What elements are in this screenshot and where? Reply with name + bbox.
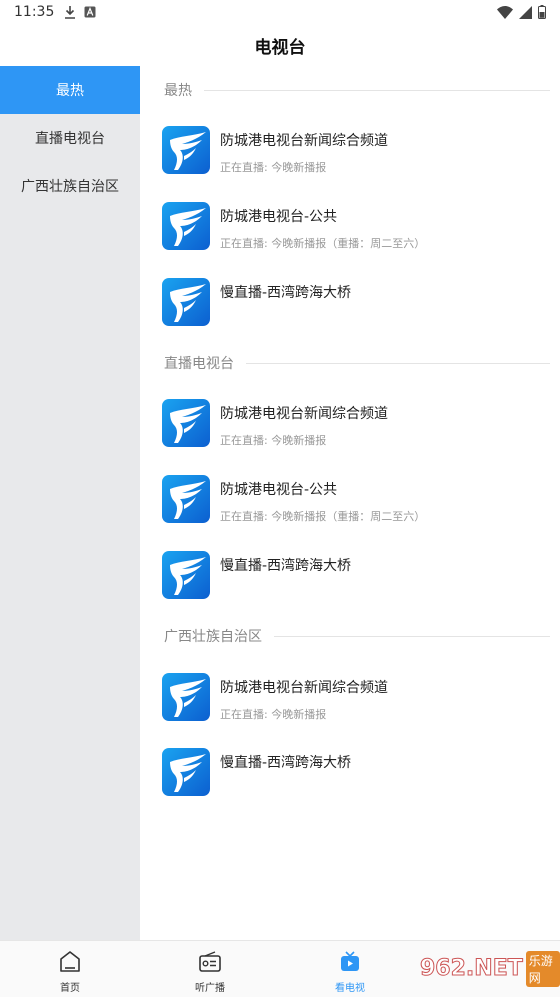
channel-list: 最热 防城港电视台新闻综合频道 正在直播: 今晚新播报 防城港电视台-公共 正在… xyxy=(140,66,560,940)
channel-logo-icon xyxy=(162,475,210,523)
sidebar-item-live-tv[interactable]: 直播电视台 xyxy=(0,114,140,162)
channel-logo-icon xyxy=(162,551,210,599)
channel-logo-icon xyxy=(162,202,210,250)
channel-logo-icon xyxy=(162,399,210,447)
channel-item[interactable]: 慢直播-西湾跨海大桥 xyxy=(162,748,552,802)
wifi-icon xyxy=(497,5,513,19)
nav-radio[interactable]: 听广播 xyxy=(140,941,280,997)
channel-name: 防城港电视台新闻综合频道 xyxy=(220,406,388,422)
sidebar: 最热 直播电视台 广西壮族自治区 xyxy=(0,66,140,940)
section-divider xyxy=(274,635,550,637)
channel-logo-icon xyxy=(162,126,210,174)
section-title: 最热 xyxy=(164,83,192,99)
channel-item[interactable]: 防城港电视台-公共 正在直播: 今晚新播报（重播：周二至六） xyxy=(162,202,552,256)
channel-item[interactable]: 慢直播-西湾跨海大桥 xyxy=(162,278,552,332)
app-header: 电视台 xyxy=(0,24,560,66)
watermark-logo: 962.NET 乐游网 xyxy=(420,940,560,997)
home-icon xyxy=(60,951,80,972)
channel-item[interactable]: 防城港电视台新闻综合频道 正在直播: 今晚新播报 xyxy=(162,126,552,180)
channel-item[interactable]: 慢直播-西湾跨海大桥 xyxy=(162,551,552,605)
channel-item[interactable]: 防城港电视台新闻综合频道 正在直播: 今晚新播报 xyxy=(162,673,552,727)
channel-logo-icon xyxy=(162,673,210,721)
section-header: 广西壮族自治区 xyxy=(164,624,550,648)
section-header: 最热 xyxy=(164,78,550,102)
radio-icon xyxy=(199,951,221,972)
channel-logo-icon xyxy=(162,278,210,326)
download-icon xyxy=(65,6,76,19)
section-title: 广西壮族自治区 xyxy=(164,629,262,645)
section-divider xyxy=(246,362,550,364)
sidebar-item-guangxi[interactable]: 广西壮族自治区 xyxy=(0,162,140,210)
sidebar-item-hot[interactable]: 最热 xyxy=(0,66,140,114)
channel-status: 正在直播: 今晚新播报 xyxy=(220,708,327,721)
channel-name: 慢直播-西湾跨海大桥 xyxy=(220,558,352,574)
nav-home[interactable]: 首页 xyxy=(0,941,140,997)
page-title: 电视台 xyxy=(254,37,306,58)
channel-status: 正在直播: 今晚新播报（重播：周二至六） xyxy=(220,237,426,250)
section-divider xyxy=(204,89,550,91)
nav-tv[interactable]: 看电视 xyxy=(280,941,420,997)
channel-status: 正在直播: 今晚新播报 xyxy=(220,161,327,174)
channel-status: 正在直播: 今晚新播报（重播：周二至六） xyxy=(220,510,426,523)
nav-label: 首页 xyxy=(60,983,80,994)
channel-name: 防城港电视台-公共 xyxy=(220,209,338,225)
channel-name: 防城港电视台新闻综合频道 xyxy=(220,133,388,149)
channel-name: 慢直播-西湾跨海大桥 xyxy=(220,285,352,301)
status-time: 11:35 xyxy=(14,4,55,20)
channel-item[interactable]: 防城港电视台新闻综合频道 正在直播: 今晚新播报 xyxy=(162,399,552,453)
channel-item[interactable]: 防城港电视台-公共 正在直播: 今晚新播报（重播：周二至六） xyxy=(162,475,552,529)
battery-icon xyxy=(538,5,546,19)
tv-icon xyxy=(341,951,359,971)
channel-name: 防城港电视台-公共 xyxy=(220,482,338,498)
nav-label: 听广播 xyxy=(195,983,225,994)
watermark-sub: 乐游网 xyxy=(525,950,560,987)
sidebar-item-label: 广西壮族自治区 xyxy=(21,179,119,195)
status-bar: 11:35 xyxy=(0,0,560,24)
channel-logo-icon xyxy=(162,748,210,796)
section-title: 直播电视台 xyxy=(164,356,234,372)
channel-name: 慢直播-西湾跨海大桥 xyxy=(220,755,352,771)
sidebar-item-label: 最热 xyxy=(56,83,84,99)
channel-name: 防城港电视台新闻综合频道 xyxy=(220,680,388,696)
signal-icon xyxy=(519,5,532,19)
section-header: 直播电视台 xyxy=(164,351,550,375)
nav-label: 看电视 xyxy=(335,983,365,994)
watermark-text: 962.NET xyxy=(420,956,524,982)
sidebar-item-label: 直播电视台 xyxy=(35,131,105,147)
a-icon xyxy=(84,6,96,18)
channel-status: 正在直播: 今晚新播报 xyxy=(220,434,327,447)
